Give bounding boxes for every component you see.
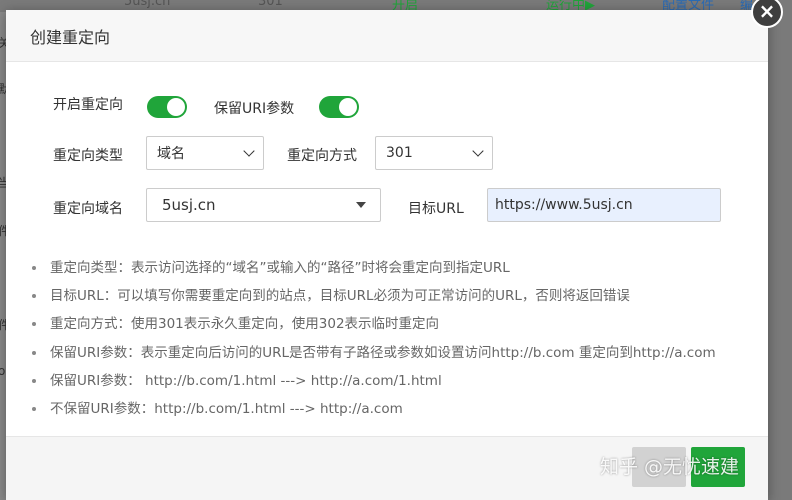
help-note: 保留URI参数： http://b.com/1.html ---> http:/… <box>32 367 716 395</box>
target-url-input[interactable]: https://www.5usj.cn <box>487 188 721 222</box>
redirect-type-value: 域名 <box>157 146 185 162</box>
redirect-method-value: 301 <box>386 145 413 161</box>
keep-uri-toggle[interactable] <box>319 96 359 118</box>
bg-cell-domain: 5usj.cn <box>124 0 171 9</box>
redirect-domain-label: 重定向域名 <box>53 201 123 217</box>
redirect-type-select[interactable]: 域名 <box>146 136 264 170</box>
help-note: 不保留URI参数：http://b.com/1.html ---> http:/… <box>32 395 716 423</box>
help-note: 重定向类型：表示访问选择的“域名”或输入的“路径”时将会重定向到指定URL <box>32 254 716 282</box>
redirect-domain-row: 重定向域名 <box>53 198 123 218</box>
dialog-title: 创建重定向 <box>30 27 111 47</box>
watermark-text: 知乎 @无忧速建 <box>600 456 740 478</box>
redirect-method-label: 重定向方式 <box>287 148 357 164</box>
redirect-type-label: 重定向类型 <box>53 148 123 164</box>
enable-redirect-row: 开启重定向 <box>53 94 123 114</box>
redirect-method-select[interactable]: 301 <box>375 136 493 170</box>
help-note: 重定向方式：使用301表示永久重定向，使用302表示临时重定向 <box>32 310 716 338</box>
enable-redirect-label: 开启重定向 <box>53 97 123 113</box>
redirect-method-row: 重定向方式 <box>287 145 357 165</box>
chevron-down-icon <box>243 145 255 157</box>
chevron-down-icon <box>472 145 484 157</box>
target-url-row: 目标URL <box>408 198 464 218</box>
redirect-domain-select[interactable]: 5usj.cn <box>146 188 381 222</box>
help-note: 保留URI参数：表示重定向后访问的URL是否带有子路径或参数如设置访问http:… <box>32 339 716 367</box>
keep-uri-label: 保留URI参数 <box>214 101 295 117</box>
help-note: 目标URL：可以填写你需要重定向到的站点，目标URL必须为可正常访问的URL，否… <box>32 282 716 310</box>
redirect-domain-value: 5usj.cn <box>162 196 216 214</box>
caret-down-icon <box>356 202 366 208</box>
create-redirect-dialog: 创建重定向 开启重定向 保留URI参数 重定向类型 域名 重定向方式 301 重… <box>6 10 768 500</box>
redirect-type-row: 重定向类型 <box>53 145 123 165</box>
bg-cell-code: 301 <box>258 0 283 9</box>
target-url-label: 目标URL <box>408 201 464 217</box>
help-notes-list: 重定向类型：表示访问选择的“域名”或输入的“路径”时将会重定向到指定URL 目标… <box>32 254 716 423</box>
enable-redirect-toggle[interactable] <box>147 96 187 118</box>
keep-uri-row: 保留URI参数 <box>214 98 294 118</box>
target-url-value: https://www.5usj.cn <box>495 197 633 213</box>
dialog-header: 创建重定向 <box>6 10 768 62</box>
